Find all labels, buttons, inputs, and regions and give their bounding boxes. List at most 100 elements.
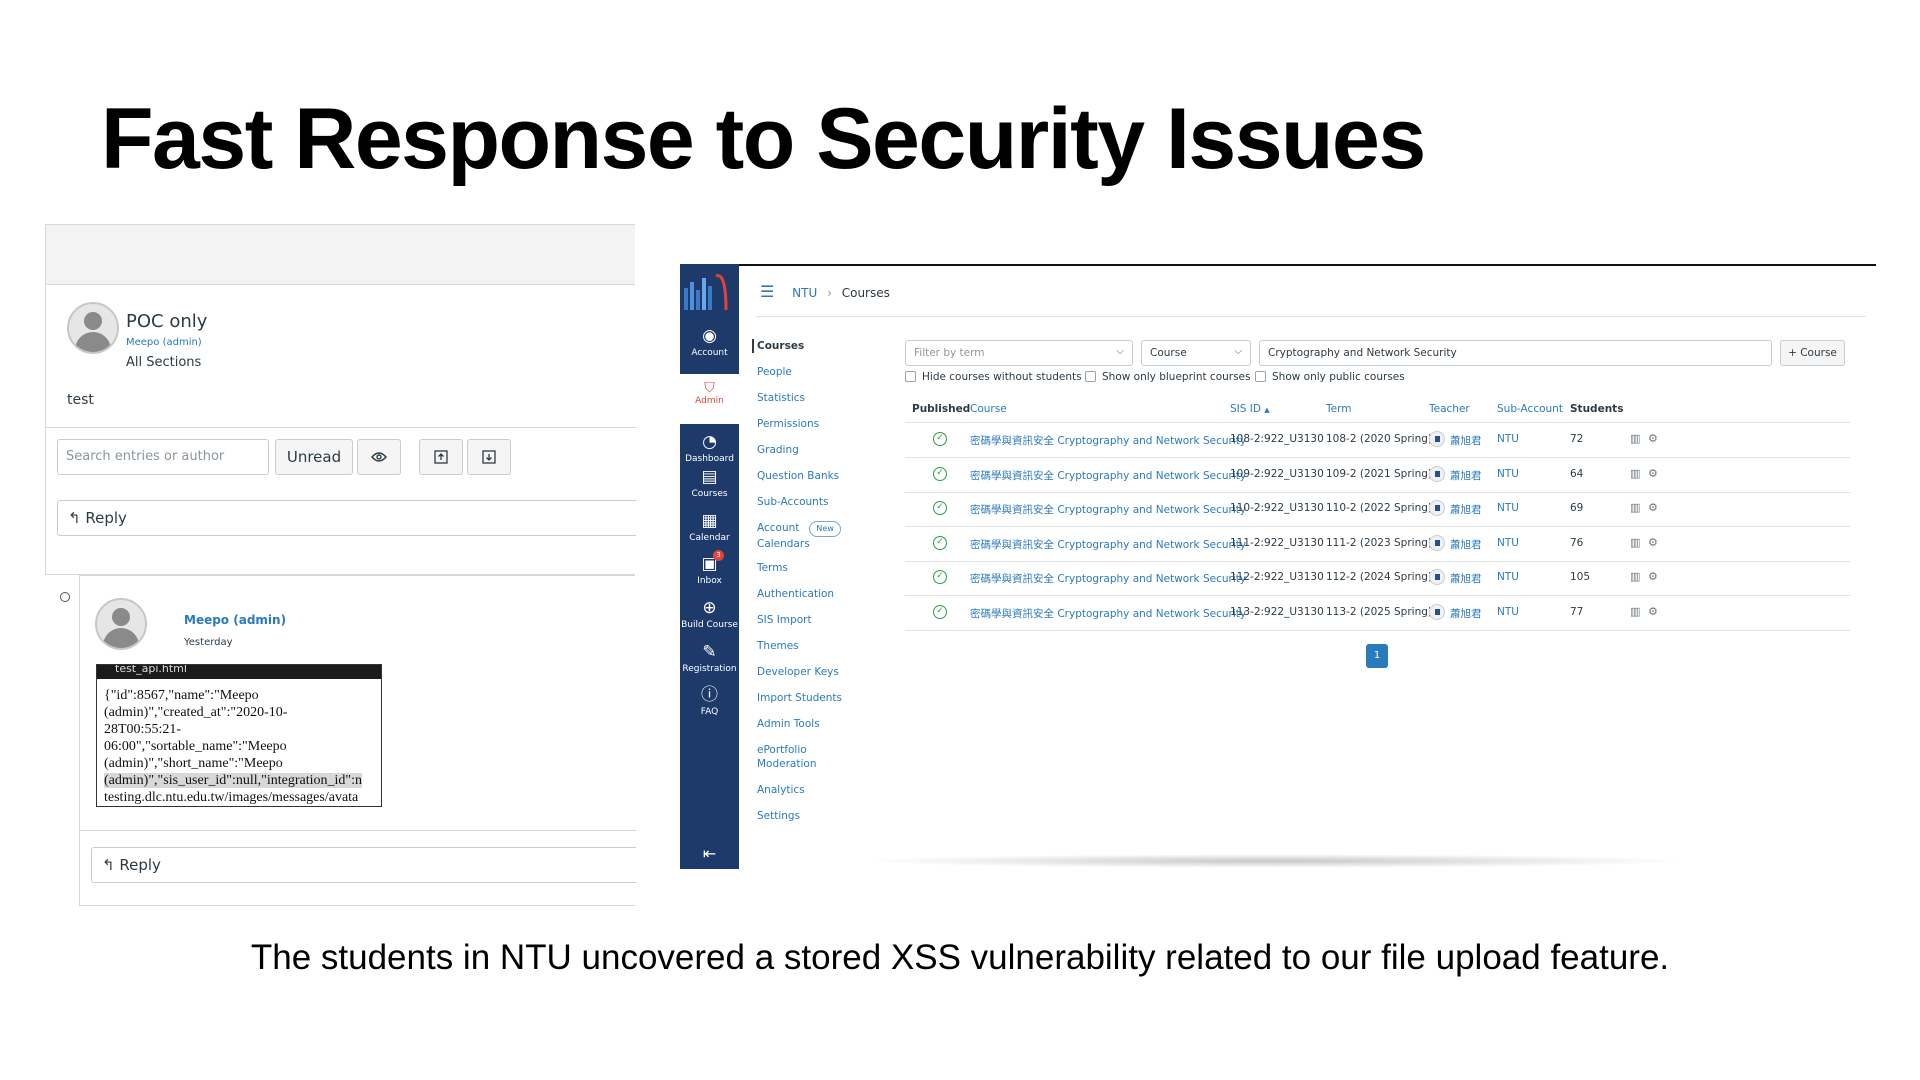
- course-link[interactable]: 密碼學與資訊安全 Cryptography and Network Securi…: [970, 468, 1246, 483]
- gear-icon[interactable]: ⚙: [1648, 536, 1658, 549]
- gnav-build-course[interactable]: ⊕ Build Course: [680, 598, 739, 630]
- subnav-terms[interactable]: Terms: [757, 561, 788, 575]
- subnav-courses[interactable]: Courses: [752, 339, 804, 353]
- gnav-inbox[interactable]: ▣ 3 Inbox: [680, 550, 739, 586]
- published-check-icon[interactable]: ✓: [933, 466, 947, 481]
- subnav-themes[interactable]: Themes: [757, 639, 799, 653]
- avatar[interactable]: [67, 302, 119, 354]
- col-term[interactable]: Term: [1326, 403, 1351, 415]
- checkbox-public[interactable]: Show only public courses: [1255, 371, 1405, 383]
- subnav-sis-import[interactable]: SIS Import: [757, 613, 812, 627]
- reply-button[interactable]: ↰ Reply: [57, 500, 636, 536]
- teacher-link[interactable]: 蕭旭君: [1450, 606, 1482, 621]
- gnav-account[interactable]: ◉ Account: [680, 326, 739, 358]
- statistics-icon[interactable]: ▥: [1630, 605, 1640, 618]
- subnav-eportfolio-moderation[interactable]: ePortfolio Moderation: [757, 743, 816, 771]
- gnav-calendar[interactable]: ▦ Calendar: [680, 511, 739, 543]
- gnav-faq[interactable]: ⓘ FAQ: [680, 685, 739, 717]
- course-search-input[interactable]: Cryptography and Network Security: [1259, 340, 1772, 366]
- published-check-icon[interactable]: ✓: [933, 570, 947, 584]
- subnav-statistics[interactable]: Statistics: [757, 391, 805, 405]
- reply-button[interactable]: ↰ Reply: [91, 847, 636, 883]
- hamburger-icon[interactable]: ☰: [760, 282, 774, 301]
- statistics-icon[interactable]: ▥: [1630, 501, 1640, 514]
- gear-icon[interactable]: ⚙: [1648, 570, 1658, 583]
- published-check-icon[interactable]: ✓: [933, 432, 947, 446]
- course-link[interactable]: 密碼學與資訊安全 Cryptography and Network Securi…: [970, 537, 1246, 552]
- gear-icon[interactable]: ⚙: [1648, 501, 1658, 514]
- sub-account-link[interactable]: NTU: [1497, 571, 1519, 583]
- col-teacher[interactable]: Teacher: [1429, 403, 1470, 415]
- subnav-account-calendars[interactable]: Account New Calendars: [757, 521, 841, 551]
- gear-icon[interactable]: ⚙: [1648, 467, 1658, 480]
- teacher-avatar[interactable]: [1429, 569, 1445, 585]
- term-filter-select[interactable]: Filter by term ⌵: [905, 340, 1133, 366]
- sub-account-link[interactable]: NTU: [1497, 502, 1519, 514]
- col-sub-account[interactable]: Sub-Account: [1497, 403, 1563, 415]
- teacher-avatar[interactable]: [1429, 431, 1445, 447]
- download-button[interactable]: [467, 439, 511, 475]
- checkbox-blueprint[interactable]: Show only blueprint courses: [1085, 371, 1251, 383]
- subnav-grading[interactable]: Grading: [757, 443, 799, 457]
- eye-button[interactable]: [357, 439, 401, 475]
- gnav-registration[interactable]: ✎ Registration: [680, 642, 739, 674]
- subnav-import-students[interactable]: Import Students: [757, 691, 842, 705]
- sub-account-link[interactable]: NTU: [1497, 433, 1519, 445]
- statistics-icon[interactable]: ▥: [1630, 570, 1640, 583]
- sub-account-link[interactable]: NTU: [1497, 606, 1519, 618]
- col-course[interactable]: Course: [970, 403, 1007, 415]
- course-link[interactable]: 密碼學與資訊安全 Cryptography and Network Securi…: [970, 606, 1246, 621]
- col-sis-id[interactable]: SIS ID ▲: [1230, 403, 1270, 415]
- published-check-icon[interactable]: ✓: [933, 604, 947, 619]
- teacher-avatar[interactable]: [1429, 603, 1445, 620]
- add-course-button[interactable]: + Course: [1780, 340, 1845, 366]
- checkbox[interactable]: [1085, 371, 1096, 382]
- statistics-icon[interactable]: ▥: [1630, 467, 1640, 480]
- teacher-link[interactable]: 蕭旭君: [1450, 433, 1482, 448]
- published-check-icon[interactable]: ✓: [933, 535, 947, 550]
- teacher-avatar[interactable]: [1429, 465, 1445, 482]
- collapse-nav-icon[interactable]: ⇤: [680, 844, 739, 863]
- course-link[interactable]: 密碼學與資訊安全 Cryptography and Network Securi…: [970, 433, 1246, 448]
- subnav-analytics[interactable]: Analytics: [757, 783, 805, 797]
- statistics-icon[interactable]: ▥: [1630, 432, 1640, 445]
- subnav-settings[interactable]: Settings: [757, 809, 800, 823]
- sub-account-link[interactable]: NTU: [1497, 468, 1519, 480]
- sub-account-link[interactable]: NTU: [1497, 537, 1519, 549]
- post-author-link[interactable]: Meepo (admin): [126, 337, 202, 348]
- subnav-permissions[interactable]: Permissions: [757, 417, 819, 431]
- subnav-sub-accounts[interactable]: Sub-Accounts: [757, 495, 828, 509]
- gnav-courses[interactable]: ▤ Courses: [680, 467, 739, 499]
- sis-id-cell: 109-2:922_U3130: [1230, 467, 1324, 480]
- teacher-link[interactable]: 蕭旭君: [1450, 571, 1482, 586]
- checkbox-hide-empty[interactable]: Hide courses without students: [905, 371, 1082, 383]
- course-link[interactable]: 密碼學與資訊安全 Cryptography and Network Securi…: [970, 502, 1246, 517]
- published-check-icon[interactable]: ✓: [933, 501, 947, 515]
- teacher-avatar[interactable]: [1429, 534, 1445, 551]
- reply-author-link[interactable]: Meepo (admin): [184, 613, 286, 627]
- teacher-link[interactable]: 蕭旭君: [1450, 502, 1482, 517]
- subnav-admin-tools[interactable]: Admin Tools: [757, 717, 820, 731]
- teacher-link[interactable]: 蕭旭君: [1450, 468, 1482, 483]
- statistics-icon[interactable]: ▥: [1630, 536, 1640, 549]
- subnav-question-banks[interactable]: Question Banks: [757, 469, 839, 483]
- breadcrumb-root[interactable]: NTU: [792, 286, 817, 300]
- upload-button[interactable]: [419, 439, 463, 475]
- teacher-link[interactable]: 蕭旭君: [1450, 537, 1482, 552]
- subnav-authentication[interactable]: Authentication: [757, 587, 834, 601]
- gear-icon[interactable]: ⚙: [1648, 432, 1658, 445]
- subnav-people[interactable]: People: [757, 365, 792, 379]
- search-input[interactable]: Search entries or author: [57, 439, 269, 475]
- teacher-avatar[interactable]: [1429, 500, 1445, 516]
- unread-button[interactable]: Unread: [275, 439, 353, 475]
- pagination-page-1[interactable]: 1: [1366, 644, 1388, 668]
- course-link[interactable]: 密碼學與資訊安全 Cryptography and Network Securi…: [970, 571, 1246, 586]
- gear-icon[interactable]: ⚙: [1648, 605, 1658, 618]
- checkbox[interactable]: [1255, 371, 1266, 382]
- gnav-admin[interactable]: ⛉ Admin: [680, 374, 739, 424]
- subnav-developer-keys[interactable]: Developer Keys: [757, 665, 839, 679]
- type-filter-select[interactable]: Course ⌵: [1141, 340, 1251, 366]
- reply-avatar[interactable]: [95, 598, 147, 650]
- checkbox[interactable]: [905, 371, 916, 382]
- gnav-dashboard[interactable]: ◔ Dashboard: [680, 432, 739, 464]
